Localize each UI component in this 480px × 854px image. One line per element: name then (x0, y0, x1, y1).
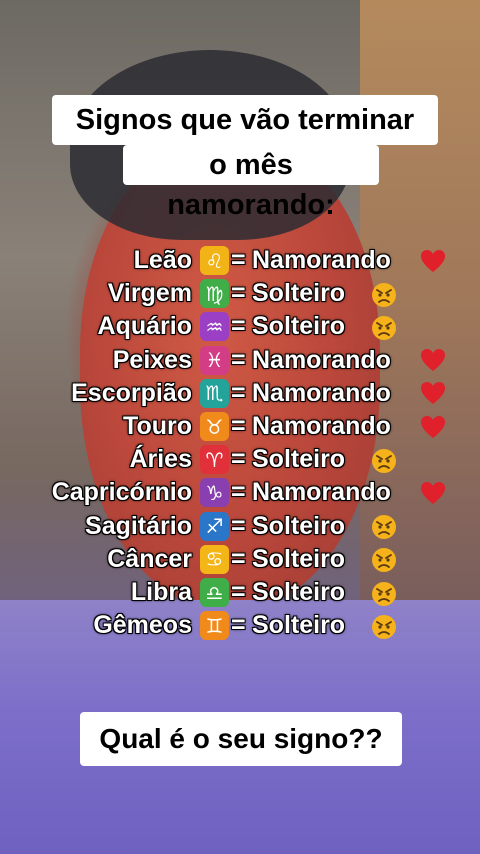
angry-face-icon (370, 579, 398, 607)
equals-sign: = (231, 279, 246, 308)
sign-name: Virgem (107, 279, 192, 308)
relationship-status: Namorando (252, 478, 391, 507)
sign-row: Peixes ♓ = Namorando (0, 344, 480, 377)
sign-row: Libra ♎ = Solteiro (0, 576, 480, 609)
heart-icon (419, 346, 447, 374)
sign-name: Áries (129, 445, 192, 474)
sign-row: Aquário ♒ = Solteiro (0, 310, 480, 343)
sign-name: Touro (123, 412, 192, 440)
sign-name: Capricórnio (51, 478, 192, 507)
relationship-status: Solteiro (252, 544, 346, 573)
sign-row: Áries ♈ = Solteiro (0, 443, 480, 476)
sign-name: Escorpião (71, 378, 192, 407)
relationship-status: Solteiro (252, 445, 346, 474)
question-caption: Qual é o seu signo?? (80, 712, 402, 766)
equals-sign: = (231, 544, 246, 573)
angry-face-icon (370, 612, 398, 640)
leo-icon: ♌ (200, 246, 229, 275)
relationship-status: Namorando (252, 246, 391, 274)
gemini-icon: ♊ (200, 611, 229, 641)
equals-sign: = (231, 511, 246, 540)
relationship-status: Namorando (252, 412, 391, 440)
equals-sign: = (231, 246, 246, 274)
cancer-icon: ♋ (200, 544, 229, 574)
equals-sign: = (231, 412, 246, 440)
sign-name: Sagitário (85, 511, 192, 540)
equals-sign: = (231, 578, 246, 606)
sign-row: Leão ♌ = Namorando (0, 244, 480, 277)
aries-icon: ♈ (200, 445, 229, 475)
angry-face-icon (370, 280, 398, 308)
title-line-1: Signos que vão terminar (52, 95, 438, 145)
scorpio-icon: ♏ (200, 378, 229, 408)
sign-row: Touro ♉ = Namorando (0, 410, 480, 443)
heart-icon (419, 479, 447, 507)
sign-name: Aquário (97, 312, 192, 341)
sign-row: Escorpião ♏ = Namorando (0, 377, 480, 410)
equals-sign: = (231, 478, 246, 507)
relationship-status: Solteiro (252, 312, 346, 341)
equals-sign: = (231, 378, 246, 407)
aquarius-icon: ♒ (200, 312, 229, 342)
relationship-status: Solteiro (252, 578, 346, 606)
sign-row: Gêmeos ♊ = Solteiro (0, 609, 480, 642)
title-line-2: o mês namorando: (123, 145, 379, 221)
pisces-icon: ♓ (200, 345, 229, 375)
sagittarius-icon: ♐ (200, 511, 229, 541)
relationship-status: Namorando (252, 345, 391, 374)
heart-icon (419, 247, 447, 275)
sign-row: Virgem ♍ = Solteiro (0, 277, 480, 310)
libra-icon: ♎ (200, 578, 229, 607)
heart-icon (419, 413, 447, 441)
heart-icon (419, 379, 447, 407)
relationship-status: Solteiro (252, 279, 346, 308)
sign-row: Capricórnio ♑ = Namorando (0, 476, 480, 509)
relationship-status: Solteiro (252, 511, 346, 540)
taurus-icon: ♉ (200, 412, 229, 441)
sign-name: Libra (130, 578, 192, 606)
equals-sign: = (231, 611, 246, 640)
relationship-status: Solteiro (252, 611, 346, 640)
sign-name: Câncer (107, 544, 192, 573)
angry-face-icon (370, 512, 398, 540)
equals-sign: = (231, 445, 246, 474)
angry-face-icon (370, 545, 398, 573)
sign-row: Câncer ♋ = Solteiro (0, 543, 480, 576)
sign-name: Leão (133, 246, 192, 274)
relationship-status: Namorando (252, 378, 391, 407)
angry-face-icon (370, 313, 398, 341)
virgo-icon: ♍ (200, 279, 229, 309)
sign-row: Sagitário ♐ = Solteiro (0, 510, 480, 543)
angry-face-icon (370, 446, 398, 474)
capricorn-icon: ♑ (200, 478, 229, 508)
equals-sign: = (231, 312, 246, 341)
sign-name: Peixes (112, 345, 192, 374)
equals-sign: = (231, 345, 246, 374)
sign-name: Gêmeos (93, 611, 192, 640)
